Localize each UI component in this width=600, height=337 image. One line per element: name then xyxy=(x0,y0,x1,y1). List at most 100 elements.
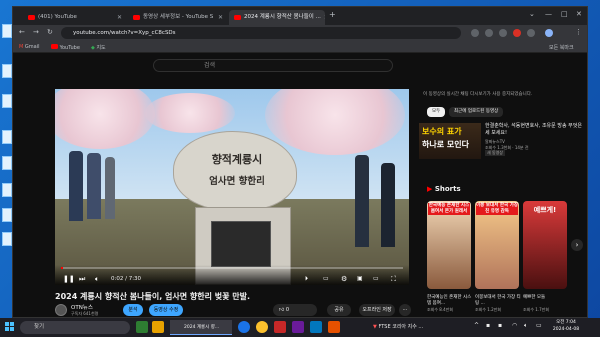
youtube-icon xyxy=(133,15,140,20)
autoplay-toggle[interactable]: ⏵ xyxy=(305,275,308,283)
system-clock[interactable]: 오전 7:04 2024-04-08 xyxy=(548,320,584,333)
taskbar-app-icon[interactable] xyxy=(292,321,304,333)
share-button[interactable]: 공유 xyxy=(327,304,351,316)
close-icon[interactable]: ✕ xyxy=(117,10,122,25)
cherry-blossom xyxy=(145,93,235,133)
search-placeholder: 찾기 xyxy=(34,324,45,330)
tray-chevron-icon[interactable]: ^ xyxy=(474,322,479,329)
tab-title: 2024 계룡시 향적산 봄나들이 ... xyxy=(244,14,321,20)
extension-icon[interactable] xyxy=(499,29,507,37)
profile-avatar[interactable] xyxy=(545,29,553,37)
all-bookmarks[interactable]: 모든 북마크 xyxy=(549,44,574,51)
chrome-icon[interactable] xyxy=(256,321,268,333)
close-icon[interactable]: ✕ xyxy=(324,10,325,25)
menu-kebab-icon[interactable]: ⋮ xyxy=(575,28,582,36)
video-thumbnail[interactable]: 보수의 표가 하나로 모인다 xyxy=(419,123,481,159)
taskbar-search[interactable]: 찾기 xyxy=(20,321,130,334)
desktop-icon[interactable] xyxy=(2,24,12,38)
theater-mode-icon[interactable]: ▭ xyxy=(373,275,379,282)
bookmark-youtube[interactable]: YouTube xyxy=(51,44,80,51)
desktop-icon[interactable] xyxy=(2,183,12,197)
chip-recent[interactable]: 최근에 업로드된 동영상 xyxy=(449,107,504,117)
taskbar-app-icon[interactable] xyxy=(136,321,148,333)
desktop-icon[interactable] xyxy=(2,130,12,144)
progress-bar[interactable] xyxy=(61,267,403,269)
tray-app-icon[interactable]: ▪ xyxy=(486,322,490,329)
shorts-title[interactable]: 이봉보대서 한국 가장 티팅 ... xyxy=(475,295,521,307)
file-explorer-icon[interactable] xyxy=(152,321,164,333)
taskbar-app-icon[interactable] xyxy=(274,321,286,333)
reload-icon[interactable]: ↻ xyxy=(47,28,53,36)
close-window-button[interactable]: ✕ xyxy=(576,10,582,18)
desktop-icon[interactable] xyxy=(2,232,12,246)
extension-icon[interactable] xyxy=(513,29,521,37)
browser-tab-active[interactable]: 2024 계룡시 향적산 봄나들이 ... ✕ xyxy=(229,10,325,25)
desktop-icon[interactable] xyxy=(2,156,12,170)
bookmark-maps[interactable]: ◆ 지도 xyxy=(91,44,106,51)
channel-name[interactable]: OTN뉴스 xyxy=(71,303,93,311)
search-input[interactable]: 검색 xyxy=(153,59,393,72)
subtitles-icon[interactable]: ▭ xyxy=(323,275,329,282)
address-bar[interactable]: youtube.com/watch?v=Xyp_cC8cSDs xyxy=(61,27,461,39)
edge-icon[interactable] xyxy=(238,321,250,333)
next-arrow-icon[interactable]: › xyxy=(571,239,583,251)
chip-all[interactable]: 모두 xyxy=(427,107,446,117)
bookmarks-bar: M Gmail YouTube ◆ 지도 모든 북마크 xyxy=(13,41,587,53)
close-icon[interactable]: ✕ xyxy=(218,10,223,25)
shorts-caption: 한국예능 존재한 시스 봄여서 몬가 원래서 xyxy=(428,203,470,215)
bookmark-gmail[interactable]: M Gmail xyxy=(19,44,40,50)
stock-down-icon: ▼ xyxy=(373,324,377,330)
next-icon[interactable]: ⏭ xyxy=(79,275,85,284)
taskbar-app-icon[interactable] xyxy=(328,321,340,333)
miniplayer-icon[interactable]: ▣ xyxy=(357,275,363,282)
analytics-button[interactable]: 분석 xyxy=(123,304,143,316)
tray-app-icon[interactable]: ▪ xyxy=(498,322,502,329)
taskbar-app-icon[interactable] xyxy=(310,321,322,333)
back-arrow-icon[interactable]: ← xyxy=(19,28,25,36)
like-button[interactable]: 👍︎ 0 xyxy=(273,304,317,316)
tab-bar: (401) YouTube ✕ 동영상 세부정보 - YouTube S ✕ 2… xyxy=(13,7,587,25)
shorts-title[interactable]: 예쁘한 모들 xyxy=(523,295,569,301)
desktop-icon[interactable] xyxy=(2,64,12,78)
forward-arrow-icon[interactable]: → xyxy=(33,28,39,36)
taskbar-running-app[interactable]: 2024 계룡시 향... xyxy=(170,320,232,335)
youtube-watch-page: 검색 향적계룡시 엄사면 향한리 ❚❚ ⏭ 🔈︎ 0:02 / 7:30 ⏵ ▭… xyxy=(13,53,587,317)
extension-icon[interactable] xyxy=(471,29,479,37)
shorts-card[interactable]: 예쁘게! xyxy=(523,201,567,289)
minimize-button[interactable]: — xyxy=(545,10,552,18)
download-button[interactable]: 오프라인 저장 xyxy=(359,304,395,316)
tab-search-icon[interactable]: ⌄ xyxy=(529,10,535,18)
settings-gear-icon[interactable]: ⚙ xyxy=(341,275,347,283)
shorts-card[interactable]: 한국예능 존재한 시스 봄여서 몬가 원래서 xyxy=(427,201,471,289)
battery-icon[interactable]: ▭ xyxy=(536,322,542,329)
person-figure xyxy=(381,163,395,247)
volume-icon[interactable]: 🔈︎ xyxy=(95,275,99,284)
pause-icon[interactable]: ❚❚ xyxy=(63,275,75,283)
volume-icon[interactable]: 🔈︎ xyxy=(524,322,528,330)
more-options-icon[interactable]: ⋯ xyxy=(399,304,411,316)
maximize-button[interactable]: □ xyxy=(561,10,568,18)
channel-avatar[interactable] xyxy=(55,304,67,316)
wifi-icon[interactable]: ◠ xyxy=(512,322,517,329)
browser-tab[interactable]: (401) YouTube ✕ xyxy=(23,10,127,25)
desktop-icon[interactable] xyxy=(2,94,12,108)
video-player[interactable]: 향적계룡시 엄사면 향한리 ❚❚ ⏭ 🔈︎ 0:02 / 7:30 ⏵ ▭ ⚙ … xyxy=(55,89,409,285)
thumbnail-text: 보수의 표가 xyxy=(422,127,462,136)
windows-start-icon[interactable] xyxy=(5,322,15,332)
extension-icon[interactable] xyxy=(485,29,493,37)
gmail-icon: M xyxy=(19,44,24,50)
new-tab-button[interactable]: + xyxy=(329,10,336,19)
desktop-icon[interactable] xyxy=(2,208,12,222)
fullscreen-icon[interactable]: ⛶ xyxy=(391,275,396,284)
shorts-views: 조회수 1.7만회 xyxy=(523,307,550,312)
recommended-video[interactable]: 보수의 표가 하나로 모인다 한결춘학사, 석동현변호사, 조유문 방송 무엇은… xyxy=(419,123,583,163)
shorts-heading: ▶ Shorts xyxy=(427,185,461,193)
news-ticker[interactable]: ▼ FTSE 코리아 지수 ... xyxy=(373,323,423,330)
person-figure xyxy=(87,153,101,219)
edit-video-button[interactable]: 동영상 수정 xyxy=(149,304,183,316)
extension-icon[interactable] xyxy=(527,29,535,37)
browser-tab[interactable]: 동영상 세부정보 - YouTube S ✕ xyxy=(128,10,228,25)
video-title[interactable]: 한결춘학사, 석동현변호사, 조유문 방송 무엇은 세 보세요! xyxy=(485,123,583,136)
shorts-card[interactable]: 이봉 보대서 한국 가장 친 유명 감독 xyxy=(475,201,519,289)
shorts-title[interactable]: 한국예능인 존재한 시스템 봄여... xyxy=(427,295,473,307)
